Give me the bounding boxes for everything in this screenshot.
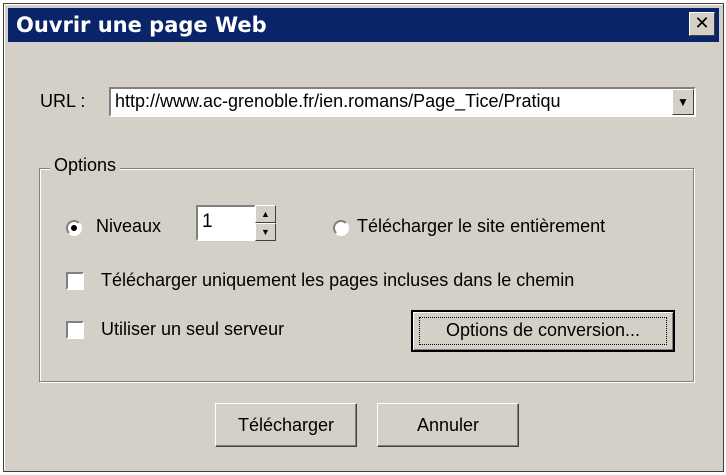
levels-spinner[interactable]: 1 ▲ ▼ bbox=[196, 205, 276, 241]
focus-rect bbox=[419, 317, 667, 345]
levels-input[interactable]: 1 bbox=[196, 205, 256, 241]
chevron-down-icon: ▼ bbox=[677, 95, 689, 109]
arrow-up-icon: ▲ bbox=[261, 209, 270, 219]
url-input[interactable]: http://www.ac-grenoble.fr/ien.romans/Pag… bbox=[115, 91, 670, 112]
spin-down-button[interactable]: ▼ bbox=[255, 223, 276, 241]
levels-label: Niveaux bbox=[96, 216, 162, 236]
levels-radio[interactable] bbox=[66, 220, 82, 236]
cancel-button-label: Annuler bbox=[416, 415, 480, 435]
single-server-checkbox[interactable] bbox=[66, 321, 84, 339]
close-button[interactable]: ✕ bbox=[689, 12, 715, 36]
options-group-title: Options bbox=[50, 155, 121, 176]
whole-site-radio[interactable] bbox=[333, 220, 349, 236]
spin-up-button[interactable]: ▲ bbox=[255, 205, 276, 223]
whole-site-label: Télécharger le site entièrement bbox=[357, 216, 606, 236]
path-only-checkbox[interactable] bbox=[66, 272, 84, 290]
cancel-button[interactable]: Annuler bbox=[377, 403, 519, 447]
download-button[interactable]: Télécharger bbox=[215, 403, 357, 447]
download-button-label: Télécharger bbox=[237, 415, 335, 435]
close-icon: ✕ bbox=[694, 13, 710, 34]
arrow-down-icon: ▼ bbox=[261, 227, 270, 237]
url-combobox[interactable]: http://www.ac-grenoble.fr/ien.romans/Pag… bbox=[109, 87, 696, 117]
conversion-options-button[interactable]: Options de conversion... bbox=[411, 310, 675, 352]
title-bar: Ouvrir une page Web ✕ bbox=[8, 8, 719, 42]
radio-selected-dot bbox=[71, 225, 77, 231]
url-dropdown-button[interactable]: ▼ bbox=[672, 89, 694, 115]
dialog-title: Ouvrir une page Web bbox=[16, 13, 267, 37]
single-server-label: Utiliser un seul serveur bbox=[101, 319, 285, 339]
path-only-label: Télécharger uniquement les pages incluse… bbox=[101, 270, 575, 290]
url-label: URL : bbox=[40, 91, 86, 111]
